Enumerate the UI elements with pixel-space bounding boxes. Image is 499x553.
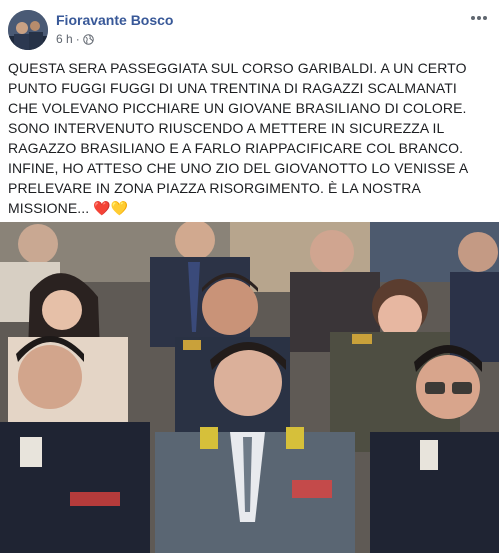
more-dots-icon[interactable] [467, 8, 491, 28]
post-time[interactable]: 6 h [56, 32, 73, 46]
author-name[interactable]: Fioravante Bosco [56, 12, 173, 28]
post-meta: 6 h · [56, 32, 94, 46]
post-header: Fioravante Bosco 6 h · [8, 8, 491, 52]
globe-icon [82, 33, 94, 45]
facebook-post: Fioravante Bosco 6 h · QUESTA SERA PASSE… [0, 0, 499, 553]
post-photo[interactable] [0, 222, 499, 553]
author-avatar[interactable] [8, 10, 48, 50]
post-text: QUESTA SERA PASSEGGIATA SUL CORSO GARIBA… [8, 60, 468, 216]
